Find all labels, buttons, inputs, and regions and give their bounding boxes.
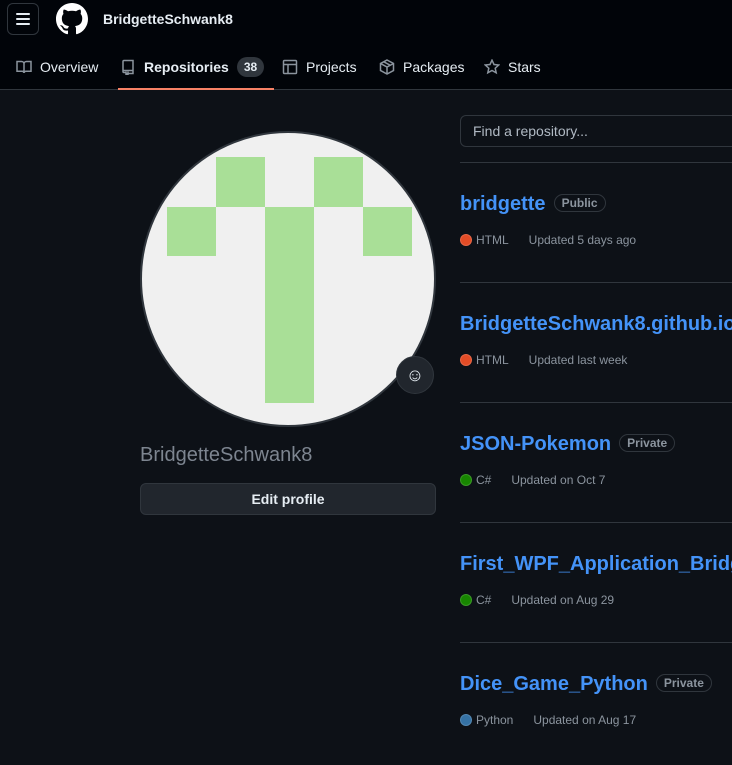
repo-name: BridgetteSchwank8.github.io xyxy=(460,313,732,335)
hamburger-menu-button[interactable] xyxy=(7,3,39,35)
repository-list: bridgette Public HTML Updated 5 days ago … xyxy=(460,162,732,762)
language-color-dot xyxy=(460,594,472,606)
repo-link[interactable]: BridgetteSchwank8.github.io xyxy=(460,313,732,336)
top-header: BridgetteSchwank8 Overview Repositories … xyxy=(0,0,732,90)
repo-link[interactable]: bridgette Public xyxy=(460,193,606,216)
repo-meta: HTML Updated last week xyxy=(460,353,627,367)
header-username[interactable]: BridgetteSchwank8 xyxy=(103,11,233,27)
avatar[interactable] xyxy=(140,131,436,427)
smiley-icon: ☺ xyxy=(405,364,425,385)
table-icon xyxy=(282,59,298,75)
tab-stars[interactable]: Stars xyxy=(484,44,541,90)
tab-packages[interactable]: Packages xyxy=(379,44,464,90)
avatar-pixel xyxy=(216,157,265,207)
language-color-dot xyxy=(460,234,472,246)
tab-overview[interactable]: Overview xyxy=(16,44,98,90)
tab-label: Overview xyxy=(40,59,99,75)
tab-label: Stars xyxy=(508,59,541,75)
repo-updated: Updated on Aug 29 xyxy=(511,593,615,607)
set-status-button[interactable]: ☺ xyxy=(396,356,434,394)
profile-username: BridgetteSchwank8 xyxy=(140,444,313,466)
repo-language: Python xyxy=(476,713,514,727)
visibility-badge: Private xyxy=(619,434,676,452)
repo-name: bridgette xyxy=(460,193,546,215)
language-color-dot xyxy=(460,474,472,486)
tab-repositories[interactable]: Repositories 38 xyxy=(117,44,275,90)
avatar-pixel xyxy=(314,157,363,207)
profile-tabs: Overview Repositories 38 Projects Packag… xyxy=(0,44,732,90)
tab-label: Repositories xyxy=(144,59,229,75)
menu-line xyxy=(16,18,30,20)
repo-language: HTML xyxy=(476,353,509,367)
list-item: First_WPF_Application_Bridget C# Updated… xyxy=(460,522,732,642)
language-color-dot xyxy=(460,714,472,726)
star-icon xyxy=(484,59,500,75)
list-item: BridgetteSchwank8.github.io HTML Updated… xyxy=(460,282,732,402)
repo-name: Dice_Game_Python xyxy=(460,673,648,695)
repo-count-badge: 38 xyxy=(236,57,265,77)
language-color-dot xyxy=(460,354,472,366)
repo-meta: C# Updated on Oct 7 xyxy=(460,473,605,487)
avatar-pixel xyxy=(265,207,314,403)
repo-icon xyxy=(122,59,134,75)
repo-language: C# xyxy=(476,593,492,607)
repo-language: HTML xyxy=(476,233,509,247)
repo-meta: Python Updated on Aug 17 xyxy=(460,713,636,727)
repo-updated: Updated last week xyxy=(528,353,628,367)
repo-link[interactable]: Dice_Game_Python Private xyxy=(460,673,712,696)
menu-line xyxy=(16,13,30,15)
repo-meta: HTML Updated 5 days ago xyxy=(460,233,636,247)
repo-updated: Updated 5 days ago xyxy=(528,233,637,247)
avatar-pixel xyxy=(363,207,412,256)
repo-name: First_WPF_Application_Bridget xyxy=(460,553,732,575)
repo-link[interactable]: First_WPF_Application_Bridget xyxy=(460,553,732,576)
repo-link[interactable]: JSON-Pokemon Private xyxy=(460,433,676,456)
github-logo-icon[interactable] xyxy=(56,3,88,35)
list-item: JSON-Pokemon Private C# Updated on Oct 7 xyxy=(460,402,732,522)
tab-label: Projects xyxy=(306,59,357,75)
visibility-badge: Private xyxy=(655,674,712,692)
repo-updated: Updated on Aug 17 xyxy=(533,713,637,727)
avatar-pixel xyxy=(167,207,216,256)
visibility-badge: Public xyxy=(553,194,606,212)
tab-label: Packages xyxy=(403,59,465,75)
repo-meta: C# Updated on Aug 29 xyxy=(460,593,614,607)
repository-search-input[interactable] xyxy=(460,115,732,147)
list-item: bridgette Public HTML Updated 5 days ago xyxy=(460,162,732,282)
menu-line xyxy=(16,23,30,25)
tab-projects[interactable]: Projects xyxy=(282,44,357,90)
package-icon xyxy=(379,59,395,75)
edit-profile-button[interactable]: Edit profile xyxy=(140,483,436,515)
list-item: Dice_Game_Python Private Python Updated o… xyxy=(460,642,732,762)
repo-language: C# xyxy=(476,473,492,487)
repo-updated: Updated on Oct 7 xyxy=(511,473,606,487)
book-icon xyxy=(16,60,32,74)
repo-name: JSON-Pokemon xyxy=(460,433,612,455)
